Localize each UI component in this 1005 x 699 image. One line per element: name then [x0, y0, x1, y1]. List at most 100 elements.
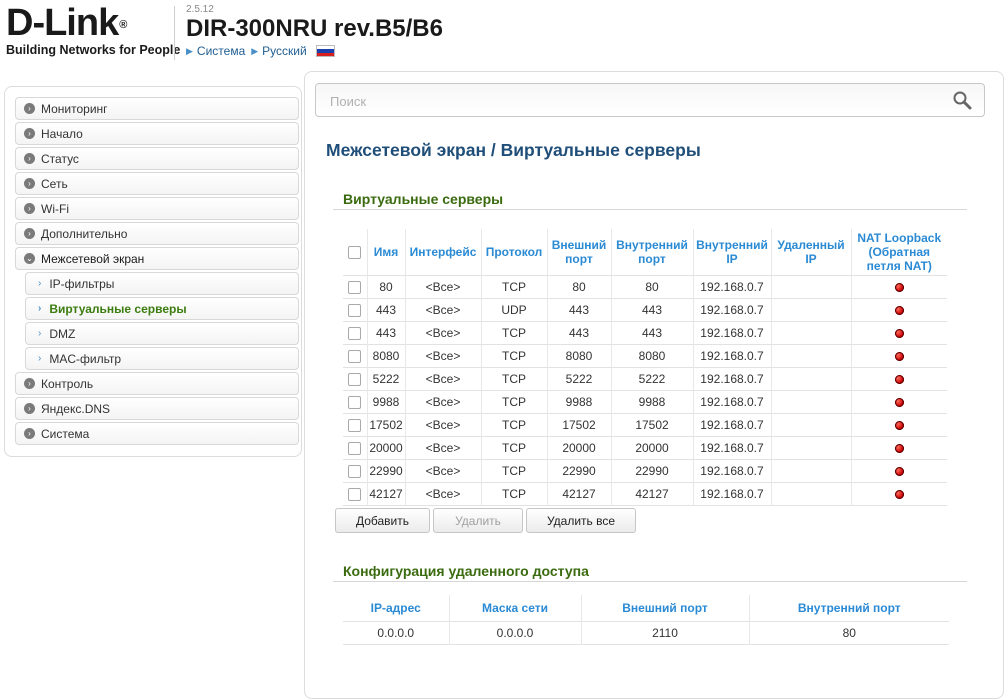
search-icon[interactable] — [952, 90, 972, 110]
delete-all-button[interactable]: Удалить все — [526, 508, 636, 533]
cell-internal-port: 9988 — [610, 390, 693, 414]
cell-name: 42127 — [366, 482, 405, 506]
add-button[interactable]: Добавить — [335, 508, 430, 533]
dlink-logo[interactable]: D-Link® Building Networks for People — [6, 4, 180, 57]
cell-internal-ip: 192.168.0.7 — [692, 321, 771, 345]
cell-internal-ip: 192.168.0.7 — [692, 298, 771, 322]
chevron-right-icon: › — [24, 128, 35, 139]
table-row[interactable]: 8080 <Все> TCP 8080 8080 192.168.0.7 — [343, 344, 947, 368]
cell-internal-port: 443 — [610, 298, 693, 322]
chevron-right-icon: › — [38, 303, 42, 314]
row-checkbox[interactable] — [348, 281, 362, 295]
cell-external-port: 2110 — [580, 621, 749, 645]
chevron-right-icon: › — [24, 153, 35, 164]
cell-remote-ip — [770, 367, 851, 391]
column-header[interactable]: NAT Loopback (Обратная петля NAT) — [850, 229, 947, 276]
row-checkbox[interactable] — [348, 465, 362, 479]
chevron-right-icon: › — [24, 178, 35, 189]
sidebar-item-control[interactable]: › Контроль — [15, 372, 299, 395]
table-header-row: Имя Интерфейс Протокол Внешний порт Внут… — [343, 229, 947, 276]
select-all-checkbox[interactable] — [348, 246, 362, 260]
row-checkbox[interactable] — [348, 442, 362, 456]
sidebar-item-virtual-servers[interactable]: › Виртуальные серверы — [25, 297, 299, 320]
table-row[interactable]: 0.0.0.0 0.0.0.0 2110 80 — [343, 621, 949, 645]
sidebar-item-mac-filter[interactable]: › MAC-фильтр — [25, 347, 299, 370]
russian-flag-icon[interactable] — [315, 45, 335, 57]
row-checkbox[interactable] — [348, 396, 362, 410]
search-box — [315, 83, 985, 118]
cell-internal-ip: 192.168.0.7 — [692, 344, 771, 368]
sidebar-item-status[interactable]: › Статус — [15, 147, 299, 170]
table-row[interactable]: 22990 <Все> TCP 22990 22990 192.168.0.7 — [343, 459, 947, 483]
table-row[interactable]: 42127 <Все> TCP 42127 42127 192.168.0.7 — [343, 482, 947, 506]
row-checkbox[interactable] — [348, 488, 362, 502]
row-checkbox[interactable] — [348, 304, 362, 318]
delete-button[interactable]: Удалить — [433, 508, 523, 533]
cell-remote-ip — [770, 482, 851, 506]
column-header[interactable]: Внутренний порт — [610, 229, 693, 276]
column-header[interactable]: Удаленный IP — [770, 229, 851, 276]
sidebar-item-label: Яндекс.DNS — [41, 401, 111, 416]
table-row[interactable]: 443 <Все> UDP 443 443 192.168.0.7 — [343, 298, 947, 322]
search-input[interactable] — [316, 84, 952, 118]
sidebar-item-advanced[interactable]: › Дополнительно — [15, 222, 299, 245]
nat-loopback-status-icon — [894, 375, 904, 385]
column-header[interactable]: Интерфейс — [404, 229, 481, 276]
cell-interface: <Все> — [404, 482, 481, 506]
cell-protocol: UDP — [480, 298, 547, 322]
table-row[interactable]: 20000 <Все> TCP 20000 20000 192.168.0.7 — [343, 436, 947, 460]
sidebar-item-ip-filters[interactable]: › IP-фильтры — [25, 272, 299, 295]
row-checkbox[interactable] — [348, 327, 362, 341]
sidebar-item-network[interactable]: › Сеть — [15, 172, 299, 195]
cell-external-port: 443 — [546, 298, 611, 322]
nat-loopback-status-icon — [894, 352, 904, 362]
chevron-down-icon: ⌄ — [24, 253, 35, 264]
column-header[interactable]: Протокол — [480, 229, 547, 276]
sidebar-item-wifi[interactable]: › Wi-Fi — [15, 197, 299, 220]
cell-external-port: 20000 — [546, 436, 611, 460]
cell-external-port: 8080 — [546, 344, 611, 368]
section-divider — [333, 581, 967, 582]
cell-interface: <Все> — [404, 390, 481, 414]
language-link[interactable]: Русский — [262, 44, 307, 58]
cell-external-port: 17502 — [546, 413, 611, 437]
row-checkbox[interactable] — [348, 419, 362, 433]
sidebar-item-label: Межсетевой экран — [41, 251, 145, 266]
row-checkbox[interactable] — [348, 350, 362, 364]
cell-interface: <Все> — [404, 321, 481, 345]
cell-internal-ip: 192.168.0.7 — [692, 390, 771, 414]
column-header[interactable]: Внутренний IP — [692, 229, 771, 276]
header-links: ▶ Система ▶ Русский — [186, 44, 443, 58]
column-header[interactable]: Имя — [366, 229, 405, 276]
cell-internal-ip: 192.168.0.7 — [692, 459, 771, 483]
sidebar-item-yandex-dns[interactable]: › Яндекс.DNS — [15, 397, 299, 420]
column-header[interactable]: Внешний порт — [546, 229, 611, 276]
chevron-right-icon: › — [24, 378, 35, 389]
cell-name: 443 — [366, 321, 405, 345]
cell-name: 80 — [366, 275, 405, 299]
cell-internal-ip: 192.168.0.7 — [692, 367, 771, 391]
cell-external-port: 5222 — [546, 367, 611, 391]
table-row[interactable]: 80 <Все> TCP 80 80 192.168.0.7 — [343, 275, 947, 299]
table-row[interactable]: 5222 <Все> TCP 5222 5222 192.168.0.7 — [343, 367, 947, 391]
cell-name: 9988 — [366, 390, 405, 414]
sidebar-item-system[interactable]: › Система — [15, 422, 299, 445]
cell-internal-ip: 192.168.0.7 — [692, 482, 771, 506]
virtual-servers-section-title: Виртуальные серверы — [343, 191, 504, 207]
sidebar-item-monitoring[interactable]: › Мониторинг — [15, 97, 299, 120]
sidebar-item-label: MAC-фильтр — [49, 351, 122, 366]
table-row[interactable]: 443 <Все> TCP 443 443 192.168.0.7 — [343, 321, 947, 345]
sidebar-item-start[interactable]: › Начало — [15, 122, 299, 145]
cell-protocol: TCP — [480, 367, 547, 391]
sidebar-item-label: Дополнительно — [41, 226, 128, 241]
sidebar-item-label: IP-фильтры — [49, 276, 115, 291]
sidebar-item-firewall[interactable]: ⌄ Межсетевой экран — [15, 247, 299, 270]
table-row[interactable]: 17502 <Все> TCP 17502 17502 192.168.0.7 — [343, 413, 947, 437]
system-link[interactable]: Система — [197, 44, 245, 58]
table-row[interactable]: 9988 <Все> TCP 9988 9988 192.168.0.7 — [343, 390, 947, 414]
cell-name: 20000 — [366, 436, 405, 460]
cell-name: 8080 — [366, 344, 405, 368]
cell-internal-port: 80 — [610, 275, 693, 299]
row-checkbox[interactable] — [348, 373, 362, 387]
sidebar-item-dmz[interactable]: › DMZ — [25, 322, 299, 345]
